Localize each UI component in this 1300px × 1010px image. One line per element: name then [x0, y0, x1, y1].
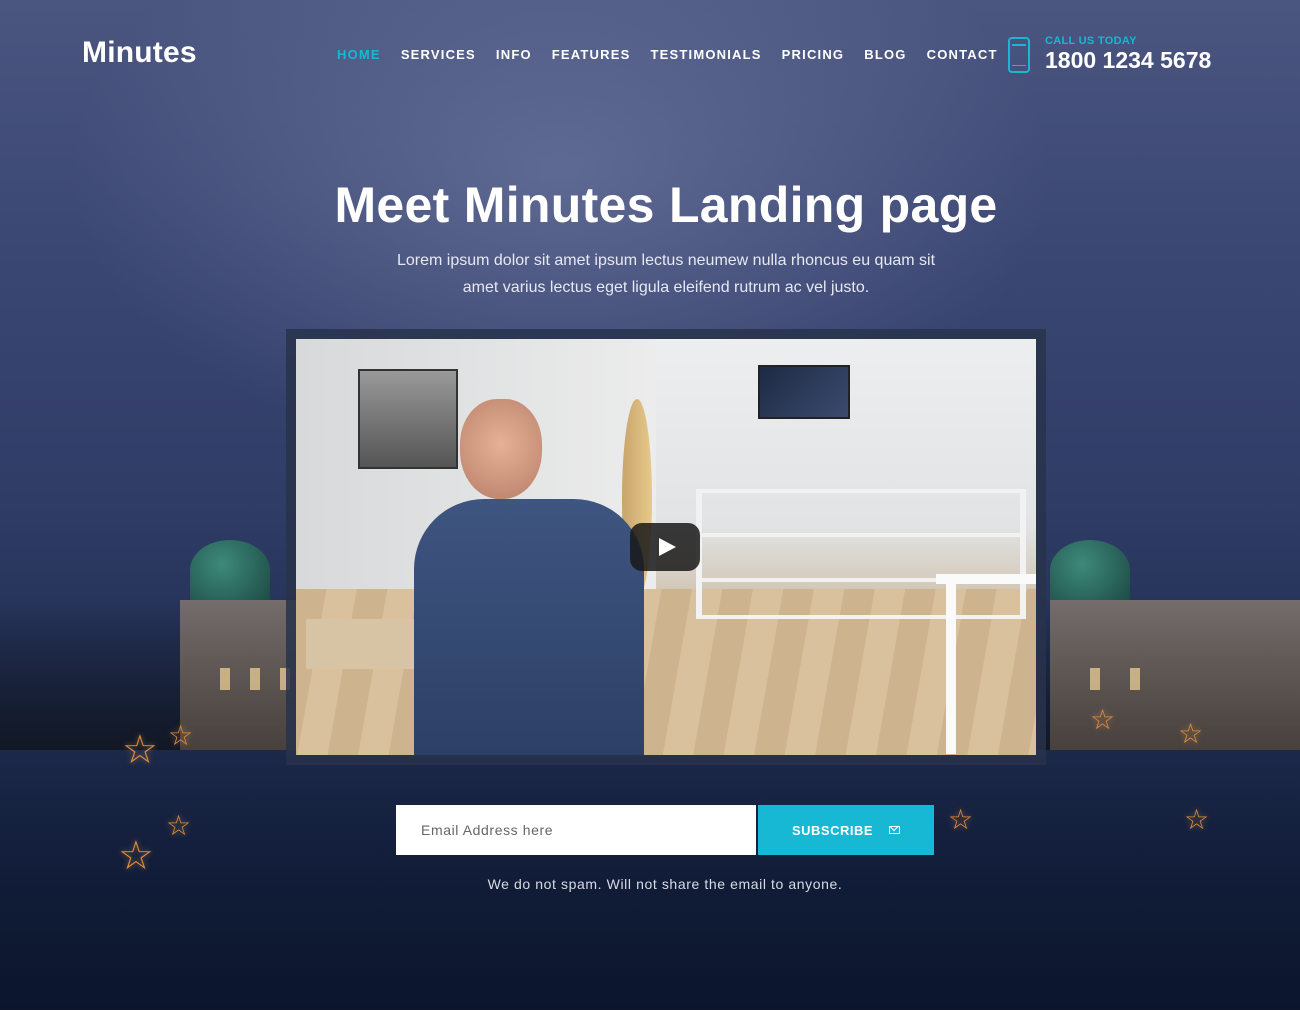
video-scene-table	[936, 574, 1036, 754]
star-light-icon: ☆	[1178, 718, 1204, 749]
nav-pricing[interactable]: PRICING	[782, 47, 845, 62]
envelope-icon	[889, 826, 901, 834]
star-light-icon: ☆	[166, 810, 192, 841]
nav-contact[interactable]: CONTACT	[927, 47, 998, 62]
nav-home[interactable]: HOME	[337, 47, 381, 62]
phone-number[interactable]: 1800 1234 5678	[1045, 47, 1211, 74]
video-scene-person-body	[414, 499, 644, 755]
subscribe-button[interactable]: SUBSCRIBE	[758, 805, 934, 855]
mobile-phone-icon	[1008, 37, 1030, 73]
video-frame	[286, 329, 1046, 765]
nav-blog[interactable]: BLOG	[864, 47, 906, 62]
main-nav: HOME SERVICES INFO FEATURES TESTIMONIALS…	[337, 47, 1018, 62]
call-us-label: CALL US TODAY	[1045, 35, 1137, 47]
background-palace-right	[1030, 540, 1300, 750]
star-light-icon: ☆	[1184, 804, 1210, 835]
star-light-icon: ☆	[1090, 704, 1116, 735]
hero-subtitle: Lorem ipsum dolor sit amet ipsum lectus …	[396, 252, 936, 296]
nav-testimonials[interactable]: TESTIMONIALS	[650, 47, 761, 62]
nav-services[interactable]: SERVICES	[401, 47, 476, 62]
star-light-icon: ☆	[948, 804, 974, 835]
play-icon[interactable]	[630, 523, 700, 571]
star-light-icon: ☆	[168, 720, 194, 751]
no-spam-note: We do not spam. Will not share the email…	[487, 876, 843, 892]
video-scene-painting	[758, 365, 850, 419]
subscribe-button-label: SUBSCRIBE	[791, 822, 874, 838]
site-logo[interactable]: Minutes	[82, 36, 197, 70]
nav-info[interactable]: INFO	[496, 47, 532, 62]
site-header: Minutes HOME SERVICES INFO FEATURES TEST…	[0, 0, 1300, 110]
star-light-icon: ☆	[122, 728, 158, 772]
video-scene-portrait	[358, 369, 458, 469]
nav-features[interactable]: FEATURES	[552, 47, 631, 62]
call-us-block: CALL US TODAY 1800 1234 5678	[1008, 35, 1248, 79]
star-light-icon: ☆	[118, 834, 154, 878]
hero-title: Meet Minutes Landing page	[334, 177, 998, 233]
email-input[interactable]	[396, 805, 756, 855]
video-player[interactable]	[296, 339, 1036, 755]
video-scene-person-head	[460, 399, 542, 499]
video-scene-desk	[306, 619, 416, 669]
